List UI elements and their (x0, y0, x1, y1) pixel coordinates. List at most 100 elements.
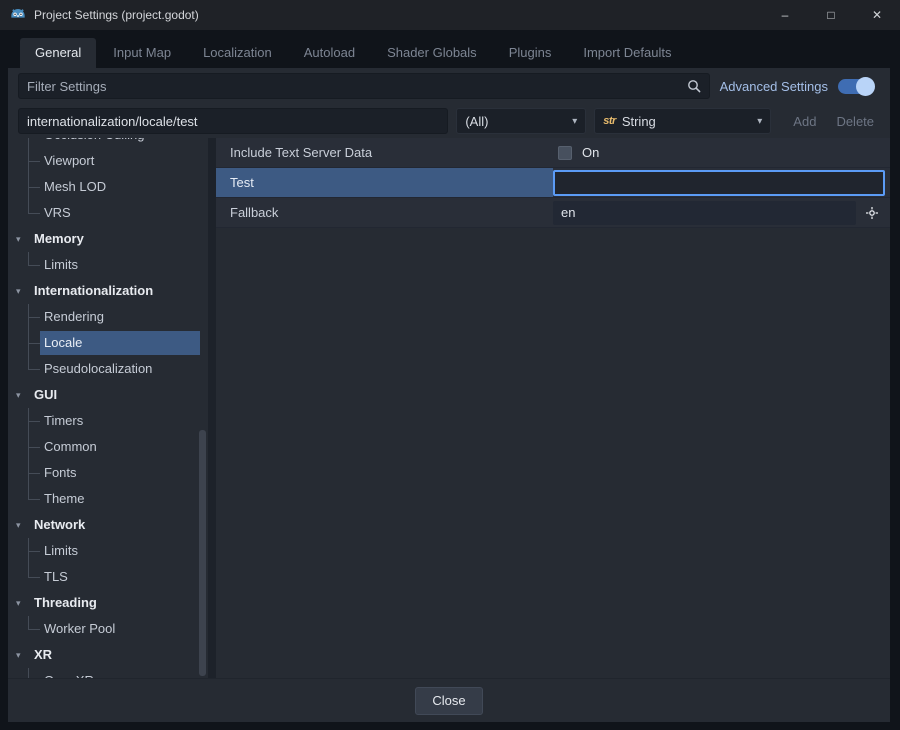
maximize-button[interactable]: □ (808, 0, 854, 30)
tree-item-label: Pseudolocalization (44, 356, 208, 382)
type-value: String (622, 114, 656, 129)
tree-item-memory[interactable]: ▾ Memory (8, 226, 208, 252)
tree-item-common[interactable]: Common (8, 434, 208, 460)
advanced-settings-label: Advanced Settings (720, 79, 828, 94)
tree-item-xr[interactable]: ▾ XR (8, 642, 208, 668)
add-property-button[interactable]: Add (787, 114, 822, 129)
tree-item-threading[interactable]: ▾ Threading (8, 590, 208, 616)
tree-item-network[interactable]: ▾ Network (8, 512, 208, 538)
tree-item-label: Common (44, 434, 208, 460)
tree-item-label: Threading (34, 590, 208, 616)
property-row-test: Test (216, 168, 890, 198)
chevron-down-icon: ▾ (16, 590, 21, 616)
tab-autoload[interactable]: Autoload (289, 38, 370, 68)
chevron-down-icon: ▾ (572, 116, 577, 127)
property-row-fallback: Fallback en (216, 198, 890, 228)
tree-item-vrs[interactable]: VRS (8, 200, 208, 226)
tree-item-label: XR (34, 642, 208, 668)
tree-item-label: Limits (44, 252, 208, 278)
advanced-settings-toggle[interactable] (838, 79, 874, 94)
property-label: Include Text Server Data (216, 138, 553, 167)
tree-item-internationalization[interactable]: ▾Internationalization (8, 278, 208, 304)
tab-plugins[interactable]: Plugins (494, 38, 567, 68)
tree-item-label: Theme (44, 486, 208, 512)
tab-general[interactable]: General (20, 38, 96, 68)
toggle-knob (856, 77, 875, 96)
type-dropdown[interactable]: str String ▾ (594, 108, 771, 134)
filter-row: Advanced Settings (8, 68, 890, 104)
chevron-down-icon: ▾ (16, 278, 21, 304)
tree-item-openxr[interactable]: OpenXR (8, 668, 208, 678)
tree-item-pseudolocalization[interactable]: Pseudolocalization (8, 356, 208, 382)
tree-item-tls[interactable]: TLS (8, 564, 208, 590)
tree-item-label: Network (34, 512, 208, 538)
settings-tree: Occlusion CullingViewportMesh LODVRS ▾ Mem… (8, 138, 208, 678)
tab-shader-globals[interactable]: Shader Globals (372, 38, 492, 68)
tree-item-label: Worker Pool (44, 616, 208, 642)
property-add-bar: (All) ▾ str String ▾ Add Delete (8, 104, 890, 138)
tree-item-worker-pool[interactable]: Worker Pool (8, 616, 208, 642)
tab-import-defaults[interactable]: Import Defaults (568, 38, 686, 68)
window-title: Project Settings (project.godot) (34, 8, 199, 22)
tree-item-rendering[interactable]: Rendering (8, 304, 208, 330)
filter-settings-input[interactable] (27, 79, 687, 94)
chevron-down-icon: ▾ (16, 226, 21, 252)
search-icon (687, 79, 701, 93)
tree-item-viewport[interactable]: Viewport (8, 148, 208, 174)
tree-item-fonts[interactable]: Fonts (8, 460, 208, 486)
tree-item-label: Mesh LOD (44, 174, 208, 200)
property-label[interactable]: Test (216, 168, 553, 197)
tree-item-label: Memory (34, 226, 208, 252)
property-row-include-text-server-data: Include Text Server Data On (216, 138, 890, 168)
tree-item-label: Locale (40, 331, 200, 355)
feature-filter-value: (All) (465, 114, 488, 129)
fallback-value-input[interactable]: en (553, 201, 856, 225)
tree-item-label: OpenXR (44, 668, 208, 678)
settings-panel: Advanced Settings (All) ▾ str String ▾ A… (8, 68, 890, 722)
tree-item-label: TLS (44, 564, 208, 590)
tree-item-label: Timers (44, 408, 208, 434)
include-text-server-data-checkbox[interactable] (558, 146, 572, 160)
property-path-field[interactable] (18, 108, 448, 134)
tree-item-timers[interactable]: Timers (8, 408, 208, 434)
titlebar: Project Settings (project.godot) – □ ✕ (0, 0, 900, 30)
godot-logo-icon (10, 7, 26, 23)
filter-settings-field[interactable] (18, 73, 710, 99)
close-button[interactable]: Close (415, 687, 482, 715)
project-settings-dialog: GeneralInput MapLocalizationAutoloadShad… (8, 38, 890, 722)
feature-filter-dropdown[interactable]: (All) ▾ (456, 108, 586, 134)
locale-picker-button[interactable] (860, 201, 884, 225)
tree-item-mesh-lod[interactable]: Mesh LOD (8, 174, 208, 200)
tree-item-label: Fonts (44, 460, 208, 486)
tree-item-locale[interactable]: Locale (8, 330, 208, 356)
tree-item-label: Viewport (44, 148, 208, 174)
test-value-input[interactable] (553, 170, 885, 196)
tab-input-map[interactable]: Input Map (98, 38, 186, 68)
minimize-button[interactable]: – (762, 0, 808, 30)
close-window-button[interactable]: ✕ (854, 0, 900, 30)
delete-property-button[interactable]: Delete (830, 114, 880, 129)
dialog-footer: Close (8, 678, 890, 722)
property-value (553, 168, 890, 197)
tree-item-label: Occlusion Culling (44, 138, 208, 148)
tree-item-label: GUI (34, 382, 208, 408)
chevron-down-icon: ▾ (16, 512, 21, 538)
tree-scrollbar-thumb[interactable] (199, 430, 206, 676)
string-type-icon: str (603, 115, 616, 127)
tabbar: GeneralInput MapLocalizationAutoloadShad… (8, 38, 890, 68)
chevron-down-icon: ▾ (16, 382, 21, 408)
tree-item-occlusion-culling[interactable]: Occlusion Culling (8, 138, 208, 148)
tree-item-gui[interactable]: ▾ GUI (8, 382, 208, 408)
tree-item-limits[interactable]: Limits (8, 252, 208, 278)
panel-divider (208, 138, 216, 678)
tree-item-limits[interactable]: Limits (8, 538, 208, 564)
tab-localization[interactable]: Localization (188, 38, 287, 68)
tree-item-label: VRS (44, 200, 208, 226)
tree-item-theme[interactable]: Theme (8, 486, 208, 512)
property-value: en (553, 198, 890, 227)
property-path-input[interactable] (27, 114, 439, 129)
chevron-down-icon: ▾ (16, 642, 21, 668)
locale-picker-icon (865, 206, 879, 220)
inspector-empty-area (216, 228, 890, 678)
tree-item-label: Limits (44, 538, 208, 564)
